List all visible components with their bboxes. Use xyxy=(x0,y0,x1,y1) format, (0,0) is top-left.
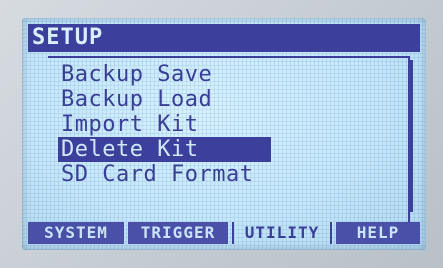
menu-item-backup-load[interactable]: Backup Load xyxy=(58,87,271,112)
menu-scrollbar[interactable] xyxy=(410,60,413,212)
tab-help[interactable]: HELP xyxy=(336,222,420,244)
tab-trigger[interactable]: TRIGGER xyxy=(128,222,228,244)
page-title: SETUP xyxy=(32,25,104,50)
menu-item-delete-kit[interactable]: Delete Kit xyxy=(58,137,271,162)
screen-header: SETUP xyxy=(28,24,420,52)
menu-item-import-kit[interactable]: Import Kit xyxy=(58,112,271,137)
menu-item-backup-save[interactable]: Backup Save xyxy=(58,62,271,87)
menu-item-sd-card-format[interactable]: SD Card Format xyxy=(58,162,271,187)
tab-bar: SYSTEM TRIGGER UTILITY HELP xyxy=(28,222,420,244)
tab-system[interactable]: SYSTEM xyxy=(28,222,124,244)
tab-utility[interactable]: UTILITY xyxy=(232,222,332,244)
device-bezel: SETUP Backup Save Backup Load Import Kit… xyxy=(0,0,443,268)
menu-list: Backup Save Backup Load Import Kit Delet… xyxy=(58,62,271,187)
lcd-screen: SETUP Backup Save Backup Load Import Kit… xyxy=(22,18,426,250)
setup-menu: Backup Save Backup Load Import Kit Delet… xyxy=(48,56,413,222)
